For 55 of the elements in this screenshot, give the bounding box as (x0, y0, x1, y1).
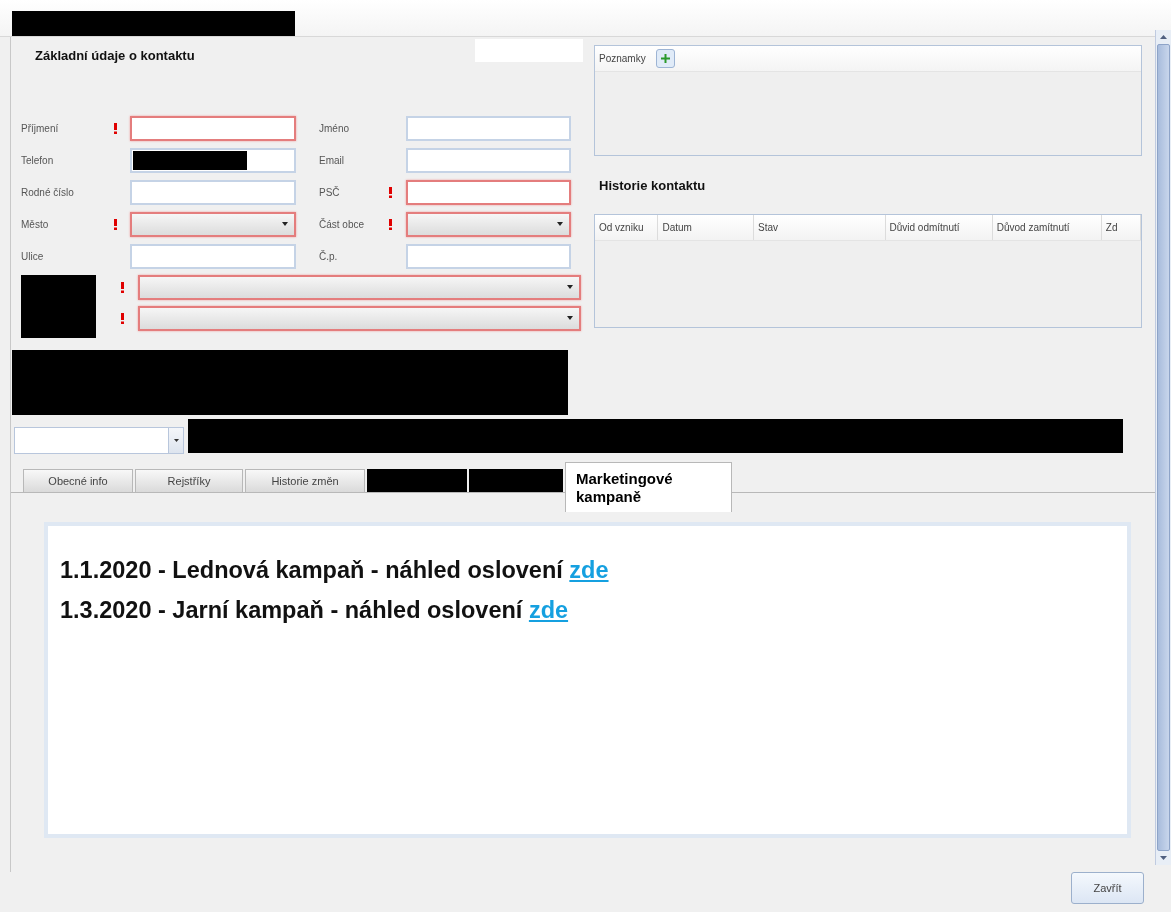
dropdown[interactable] (138, 305, 581, 331)
campaign-line: 1.3.2020 - Jarní kampaň - náhled oslovení zde (60, 596, 570, 625)
field-label: Ulice (21, 249, 45, 264)
column-header[interactable]: Důvid odmítnutí (885, 214, 993, 240)
caret-icon (173, 439, 179, 442)
scroll-down-icon[interactable] (1160, 855, 1167, 860)
input-field[interactable] (406, 147, 571, 173)
required-icon (389, 218, 392, 230)
field-label: Jméno (319, 121, 350, 136)
caret-icon (567, 316, 573, 320)
dropdown[interactable] (14, 427, 184, 454)
column-header[interactable]: Důvod zamítnutí (992, 214, 1102, 240)
column-header[interactable]: Datum (658, 214, 754, 240)
caret-icon (567, 285, 573, 289)
input-field[interactable] (130, 243, 296, 269)
field-label: Č.p. (319, 249, 339, 264)
plus-icon (660, 54, 670, 63)
dropdown[interactable] (406, 211, 571, 237)
input-field[interactable] (406, 243, 571, 269)
add-button[interactable] (655, 49, 675, 68)
required-icon (121, 281, 124, 293)
required-icon (389, 186, 392, 198)
tab[interactable]: Marketingové kampaně (565, 462, 732, 512)
input-field[interactable] (406, 179, 571, 205)
section-title: Základní údaje o kontaktu (35, 47, 195, 65)
field-label: Telefon (21, 153, 55, 168)
tab[interactable]: Rejstříky (135, 469, 243, 492)
tab[interactable]: Historie změn (245, 469, 365, 492)
input-field[interactable] (130, 115, 296, 141)
field-label: Rodné číslo (21, 185, 75, 200)
column-header[interactable]: Od vzniku (595, 214, 659, 240)
scroll-up-icon[interactable] (1160, 34, 1167, 39)
scrollbar[interactable] (1155, 30, 1171, 865)
input-field[interactable] (130, 179, 296, 205)
dropdown[interactable] (138, 274, 581, 300)
input-field[interactable] (130, 147, 296, 173)
required-icon (121, 312, 124, 324)
caret-icon (557, 222, 563, 226)
section-title: Historie kontaktu (599, 177, 707, 195)
field-label: Město (21, 217, 50, 232)
field-label: Email (319, 153, 345, 168)
close-button[interactable]: Zavřít (1071, 872, 1144, 904)
column-header[interactable]: Zd (1101, 214, 1141, 240)
campaign-line: 1.1.2020 - Lednová kampaň - náhled oslovení zde (60, 556, 610, 585)
caret-icon (282, 222, 288, 226)
field-label: Příjmení (21, 121, 60, 136)
field-label: PSČ (319, 185, 341, 200)
required-icon (114, 122, 117, 134)
column-header[interactable]: Stav (754, 214, 886, 240)
dropdown[interactable] (130, 211, 296, 237)
tab[interactable]: Obecné info (23, 469, 133, 492)
notes-title: Poznamky (599, 52, 646, 66)
required-icon (114, 218, 117, 230)
input-field[interactable] (406, 115, 571, 141)
field-label: Část obce (319, 217, 366, 232)
